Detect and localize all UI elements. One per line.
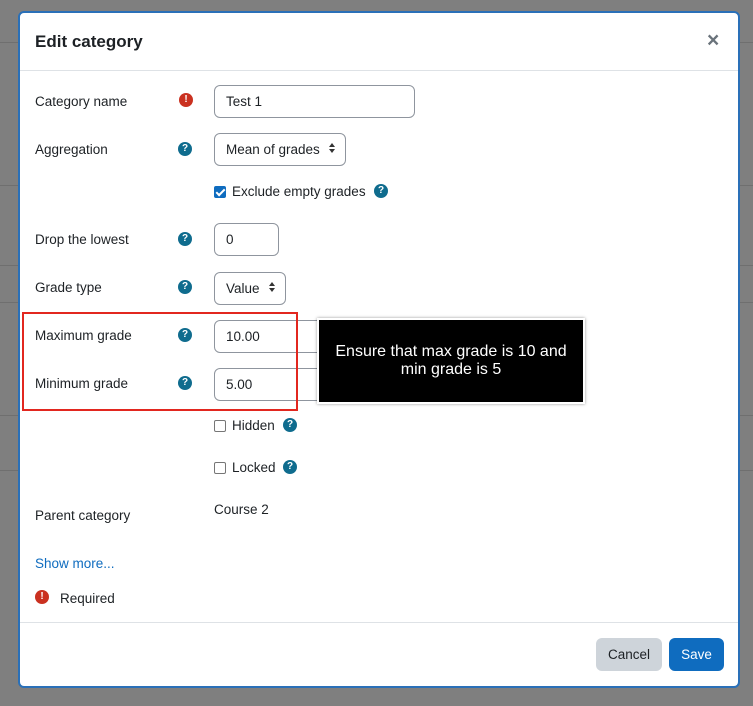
exclude-empty-grades-checkbox[interactable] [214, 186, 226, 198]
show-more-link[interactable]: Show more... [35, 556, 115, 571]
instruction-tooltip: Ensure that max grade is 10 and min grad… [317, 318, 585, 404]
select-arrows-icon [329, 143, 335, 155]
dialog-title: Edit category [35, 32, 143, 51]
parent-category-value: Course 2 [214, 502, 269, 517]
grade-type-selected-value: Value [226, 281, 260, 296]
cancel-button[interactable]: Cancel [596, 638, 662, 671]
required-icon: ! [179, 93, 193, 107]
close-icon[interactable]: × [707, 30, 719, 51]
grade-type-select[interactable]: Value [214, 272, 286, 305]
drop-lowest-input[interactable]: 0 [214, 223, 279, 256]
highlight-box [22, 312, 298, 411]
category-name-input[interactable]: Test 1 [214, 85, 415, 118]
help-icon[interactable]: ? [178, 280, 192, 294]
save-button[interactable]: Save [669, 638, 724, 671]
aggregation-label: Aggregation [35, 142, 108, 157]
drop-lowest-label: Drop the lowest [35, 232, 129, 247]
required-icon: ! [35, 590, 49, 604]
aggregation-select[interactable]: Mean of grades [214, 133, 346, 166]
hidden-checkbox[interactable] [214, 420, 226, 432]
help-icon[interactable]: ? [283, 418, 297, 432]
hidden-label: Hidden [232, 418, 275, 433]
parent-category-label: Parent category [35, 508, 131, 523]
help-icon[interactable]: ? [178, 142, 192, 156]
category-name-label: Category name [35, 94, 128, 109]
dialog-header: Edit category × [20, 13, 738, 71]
footer-divider [20, 622, 738, 623]
grade-type-label: Grade type [35, 280, 102, 295]
select-arrows-icon [269, 282, 275, 294]
locked-checkbox[interactable] [214, 462, 226, 474]
exclude-empty-grades-label: Exclude empty grades [232, 184, 366, 199]
aggregation-selected-value: Mean of grades [226, 142, 320, 157]
help-icon[interactable]: ? [374, 184, 388, 198]
help-icon[interactable]: ? [283, 460, 297, 474]
locked-label: Locked [232, 460, 276, 475]
help-icon[interactable]: ? [178, 232, 192, 246]
required-note: Required [60, 591, 115, 606]
instruction-tooltip-text: Ensure that max grade is 10 and min grad… [335, 343, 567, 378]
